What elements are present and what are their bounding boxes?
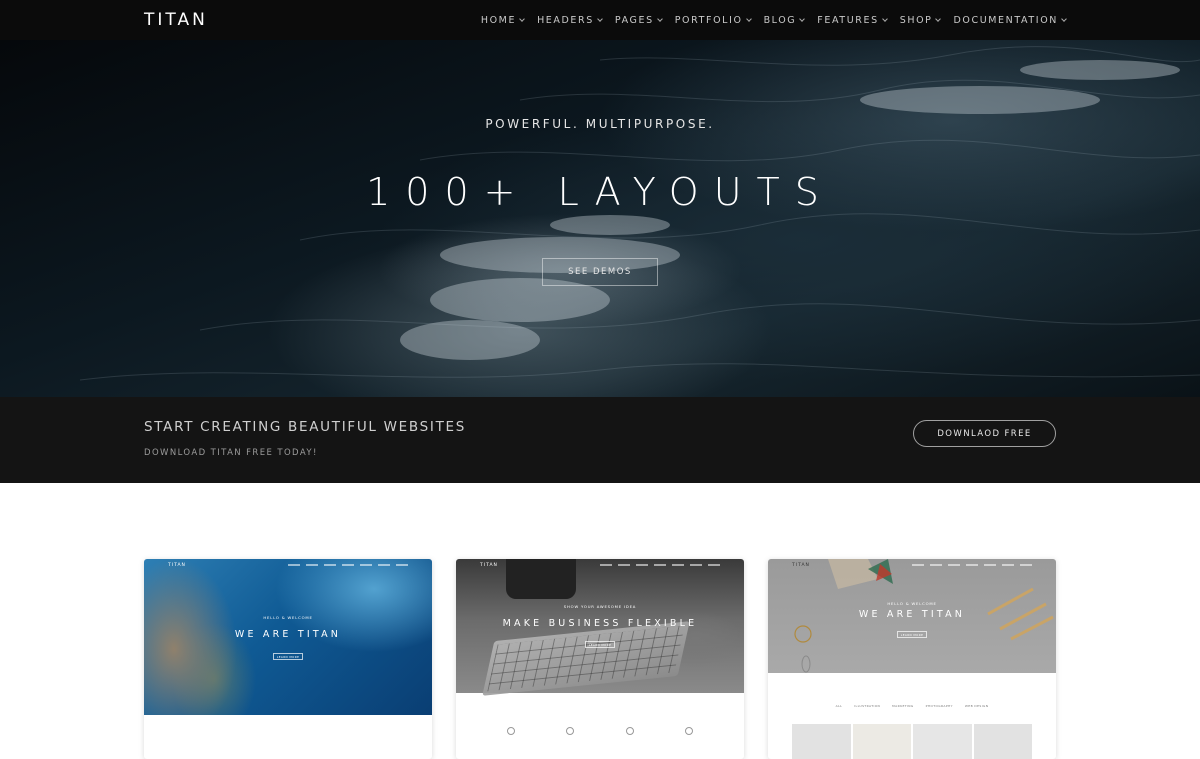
- mini-button: LEARN MORE: [585, 641, 615, 648]
- menu-label: FEATURES: [817, 14, 879, 26]
- chevron-down-icon: [656, 15, 663, 22]
- chevron-down-icon: [519, 15, 525, 22]
- menu-item-headers[interactable]: HEADERS: [537, 14, 603, 26]
- menu-label: DOCUMENTATION: [953, 14, 1058, 26]
- top-navbar: TITAN HOME HEADERS PAGES PORTFOLIO BLOG …: [0, 0, 1200, 40]
- gear-icon: [685, 727, 694, 735]
- filter-illustration: ILLUSTRATION: [854, 704, 881, 708]
- mini-title: WE ARE TITAN: [858, 609, 966, 620]
- hero-tagline: POWERFUL. MULTIPURPOSE.: [485, 117, 715, 131]
- filter-all: ALL: [835, 704, 843, 708]
- mini-brand: TITAN: [168, 563, 186, 568]
- menu-label: HEADERS: [537, 14, 594, 26]
- download-free-button[interactable]: DOWNLAOD FREE: [913, 420, 1056, 447]
- demo-card-1[interactable]: TITAN HELLO & WELCOME WE ARE TITAN LEARN…: [144, 559, 432, 759]
- hero-section: POWERFUL. MULTIPURPOSE. 100+ LAYOUTS SEE…: [0, 40, 1200, 397]
- mini-button: LEARN MORE: [273, 653, 303, 660]
- demo-preview-image: TITAN HELLO & WELCOME WE ARE TITAN LEARN…: [768, 559, 1056, 673]
- menu-item-portfolio[interactable]: PORTFOLIO: [674, 14, 752, 26]
- coffee-mug-shape: [506, 559, 576, 599]
- menu-item-features[interactable]: FEATURES: [817, 14, 888, 26]
- portfolio-thumbnails: [792, 724, 1032, 759]
- chevron-down-icon: [935, 15, 942, 22]
- chevron-down-icon: [1061, 15, 1067, 22]
- mini-nav: [288, 564, 408, 566]
- mini-brand: TITAN: [792, 563, 810, 568]
- mini-button: LEARN MORE: [897, 631, 927, 638]
- brand-logo[interactable]: TITAN: [144, 10, 208, 30]
- menu-label: BLOG: [763, 14, 797, 26]
- filter-web-design: WEB DESIGN: [964, 704, 989, 708]
- keyboard-shape: [482, 621, 690, 696]
- demo-preview-image: TITAN SHOW YOUR AWESOME IDEA MAKE BUSINE…: [456, 559, 744, 696]
- menu-label: SHOP: [899, 14, 933, 26]
- menu-item-home[interactable]: HOME: [480, 14, 525, 26]
- menu-item-blog[interactable]: BLOG: [763, 14, 806, 26]
- chevron-down-icon: [597, 15, 603, 22]
- portfolio-filters: ALL ILLUSTRATION MARKETING PHOTOGRAPHY W…: [768, 704, 1056, 708]
- mini-nav: [600, 564, 720, 566]
- chevron-down-icon: [881, 15, 888, 22]
- cta-subtitle: DOWNLOAD TITAN FREE TODAY!: [144, 448, 318, 458]
- chevron-down-icon: [799, 15, 806, 22]
- lightbulb-icon: [506, 727, 515, 735]
- hero-title: 100+ LAYOUTS: [366, 170, 834, 214]
- menu-item-pages[interactable]: PAGES: [614, 14, 663, 26]
- filter-photography: PHOTOGRAPHY: [925, 704, 953, 708]
- mini-nav: [912, 564, 1032, 566]
- see-demos-button[interactable]: SEE DEMOS: [542, 258, 658, 286]
- mini-title: WE ARE TITAN: [234, 629, 342, 640]
- feature-icons-row: [456, 727, 744, 735]
- ocean-background-image: [79, 46, 1200, 381]
- menu-item-documentation[interactable]: DOCUMENTATION: [953, 14, 1067, 26]
- menu-label: HOME: [480, 14, 517, 26]
- mini-title: MAKE BUSINESS FLEXIBLE: [502, 618, 698, 629]
- main-menu: HOME HEADERS PAGES PORTFOLIO BLOG FEATUR…: [480, 0, 1067, 40]
- chevron-down-icon: [745, 15, 752, 22]
- cta-title: START CREATING BEAUTIFUL WEBSITES: [144, 419, 467, 435]
- mini-tagline: HELLO & WELCOME: [887, 601, 937, 606]
- mini-tagline: SHOW YOUR AWESOME IDEA: [563, 604, 637, 609]
- demo-card-2[interactable]: TITAN SHOW YOUR AWESOME IDEA MAKE BUSINE…: [456, 559, 744, 759]
- mini-tagline: HELLO & WELCOME: [263, 615, 313, 620]
- menu-label: PORTFOLIO: [674, 14, 743, 26]
- menu-item-shop[interactable]: SHOP: [899, 14, 942, 26]
- demo-preview-image: TITAN HELLO & WELCOME WE ARE TITAN LEARN…: [144, 559, 432, 715]
- wrench-icon: [625, 727, 634, 735]
- mini-brand: TITAN: [480, 563, 498, 568]
- download-cta-band: START CREATING BEAUTIFUL WEBSITES DOWNLO…: [0, 397, 1200, 483]
- demo-card-3[interactable]: TITAN HELLO & WELCOME WE ARE TITAN LEARN…: [768, 559, 1056, 759]
- filter-marketing: MARKETING: [892, 704, 914, 708]
- tools-icon: [566, 727, 575, 735]
- menu-label: PAGES: [614, 14, 654, 26]
